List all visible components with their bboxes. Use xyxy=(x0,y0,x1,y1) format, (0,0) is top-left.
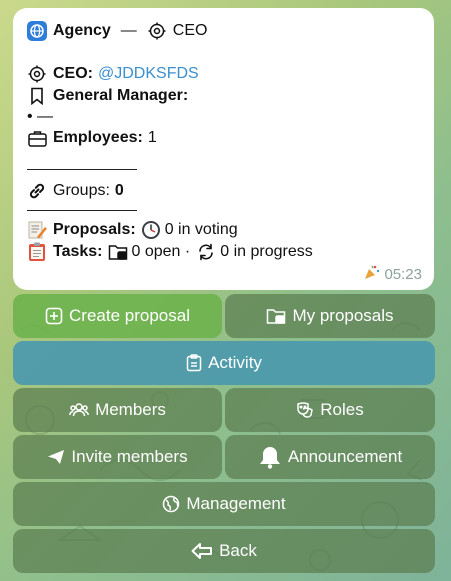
role-label: CEO xyxy=(172,22,208,39)
ceo-row: CEO: @JDDKSFDS xyxy=(27,63,420,85)
create-proposal-label: Create proposal xyxy=(69,306,190,325)
announcement-label: Announcement xyxy=(287,447,403,466)
time-label: 05:23 xyxy=(384,265,422,283)
ceo-handle-link[interactable]: @JDDKSFDS xyxy=(98,65,199,83)
refresh-icon xyxy=(196,242,216,262)
my-proposals-button[interactable]: My proposals xyxy=(225,294,435,338)
back-button[interactable]: Back xyxy=(13,529,435,573)
create-proposal-button[interactable]: Create proposal xyxy=(13,294,222,338)
party-popper-icon xyxy=(364,264,380,284)
management-label: Management xyxy=(186,494,286,513)
announcement-button[interactable]: Announcement xyxy=(225,435,435,479)
agency-label: Agency xyxy=(53,22,111,39)
bell-icon xyxy=(259,447,280,469)
target-icon xyxy=(27,64,47,84)
invite-members-button[interactable]: Invite members xyxy=(13,435,222,479)
tasks-progress: 0 in progress xyxy=(220,243,313,260)
clipboard-icon xyxy=(27,242,47,262)
globe-icon xyxy=(27,21,47,41)
link-icon xyxy=(27,181,47,201)
bookmark-icon xyxy=(27,86,47,106)
masks-icon xyxy=(297,402,314,418)
gm-row: General Manager: xyxy=(27,85,420,107)
invite-members-label: Invite members xyxy=(71,447,188,466)
activity-button[interactable]: Activity xyxy=(13,341,435,385)
agency-info-message: Agency — CEO CEO: @JDDKSFDS General Mana… xyxy=(13,8,434,290)
members-label: Members xyxy=(95,400,166,419)
globe-icon xyxy=(163,495,180,513)
back-label: Back xyxy=(219,541,257,560)
briefcase-icon xyxy=(27,128,47,148)
gm-value: • — xyxy=(27,108,54,125)
tasks-label: Tasks: xyxy=(53,243,103,260)
back-arrow-icon xyxy=(191,543,213,559)
send-icon xyxy=(48,450,65,464)
folder-icon xyxy=(108,242,128,262)
employees-row: Employees: 1 xyxy=(27,127,420,149)
memo-icon xyxy=(27,220,47,240)
employees-count: 1 xyxy=(147,129,157,146)
my-proposals-label: My proposals xyxy=(292,306,394,325)
clipboard-icon xyxy=(186,354,202,372)
tasks-row: Tasks: 0 open · 0 in progress xyxy=(27,241,420,263)
groups-label: Groups: xyxy=(53,182,110,199)
employees-label: Employees: xyxy=(53,129,143,146)
separator-dash: — xyxy=(120,22,137,39)
folder-icon xyxy=(267,309,286,324)
groups-count: 0 xyxy=(114,182,124,199)
clock-icon xyxy=(141,220,161,240)
groups-row: Groups: 0 xyxy=(27,180,420,202)
tasks-open: 0 open · xyxy=(131,243,191,260)
ceo-label: CEO: xyxy=(53,65,93,82)
proposals-value: 0 in voting xyxy=(164,221,238,238)
plus-square-icon xyxy=(45,307,63,325)
header-row: Agency — CEO xyxy=(27,20,420,42)
gm-label: General Manager: xyxy=(53,87,189,104)
roles-label: Roles xyxy=(320,400,364,419)
proposals-label: Proposals: xyxy=(53,221,136,238)
roles-button[interactable]: Roles xyxy=(225,388,435,432)
activity-label: Activity xyxy=(208,353,262,372)
management-button[interactable]: Management xyxy=(13,482,435,526)
proposals-row: Proposals: 0 in voting xyxy=(27,219,420,241)
users-icon xyxy=(69,403,90,417)
members-button[interactable]: Members xyxy=(13,388,222,432)
message-time: 05:23 xyxy=(364,264,422,284)
gm-value-row: • — xyxy=(27,107,420,127)
target-icon xyxy=(147,21,167,41)
